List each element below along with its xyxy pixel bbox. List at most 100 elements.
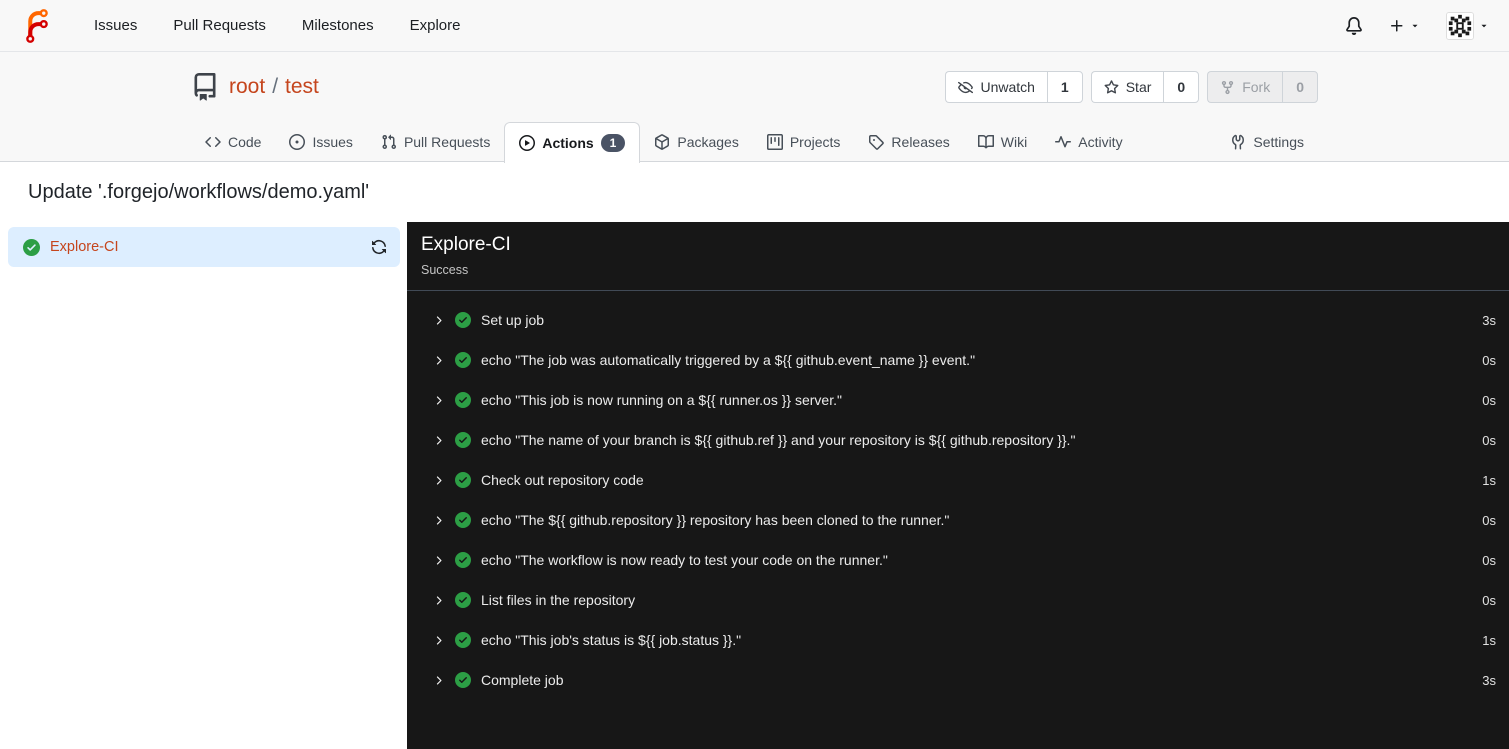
top-navbar: Issues Pull Requests Milestones Explore xyxy=(0,0,1509,52)
tab-settings[interactable]: Settings xyxy=(1216,122,1318,162)
step-name: Check out repository code xyxy=(481,472,644,488)
stars-count[interactable]: 0 xyxy=(1163,71,1200,103)
step-name: echo "This job is now running on a ${{ r… xyxy=(481,392,842,408)
forgejo-logo-icon[interactable] xyxy=(20,8,54,43)
tab-activity[interactable]: Activity xyxy=(1041,122,1136,162)
console-job-title: Explore-CI xyxy=(421,234,511,255)
step-name: echo "The job was automatically triggere… xyxy=(481,352,976,368)
package-icon xyxy=(655,134,670,150)
success-check-icon xyxy=(455,432,471,448)
nav-link-issues[interactable]: Issues xyxy=(80,17,151,34)
step-name: Set up job xyxy=(481,312,545,328)
star-icon xyxy=(1104,79,1119,94)
expand-chevron-icon[interactable] xyxy=(432,634,445,647)
nav-link-explore[interactable]: Explore xyxy=(396,17,475,34)
step-duration: 1s xyxy=(1482,632,1496,648)
step-row[interactable]: echo "The workflow is now ready to test … xyxy=(407,540,1509,580)
tab-label: Wiki xyxy=(1000,134,1028,150)
eye-slash-icon xyxy=(958,81,974,93)
step-row[interactable]: Set up job 3s xyxy=(407,300,1509,340)
run-commit-title: Update '.forgejo/workflows/demo.yaml' xyxy=(28,181,370,203)
job-name: Explore-CI xyxy=(50,239,119,255)
expand-chevron-icon[interactable] xyxy=(432,354,445,367)
code-icon xyxy=(205,137,221,147)
avatar xyxy=(1446,11,1474,40)
tab-releases[interactable]: Releases xyxy=(854,122,963,162)
repo-action-buttons: Unwatch 1 Star 0 Fork 0 xyxy=(945,71,1318,103)
step-name: echo "The workflow is now ready to test … xyxy=(481,552,888,568)
unwatch-button[interactable]: Unwatch xyxy=(945,71,1047,103)
tab-label: Settings xyxy=(1253,134,1304,150)
success-check-icon xyxy=(455,312,471,328)
step-list: Set up job 3s echo "The job was automati… xyxy=(407,291,1509,700)
chevron-down-icon xyxy=(1412,24,1418,27)
tab-projects[interactable]: Projects xyxy=(753,122,855,162)
step-row[interactable]: echo "The name of your branch is ${{ git… xyxy=(407,420,1509,460)
play-circle-icon xyxy=(519,135,536,151)
forks-count[interactable]: 0 xyxy=(1282,71,1318,103)
repo-header: root / test Unwatch 1 Star 0 Fork 0 xyxy=(0,52,1509,122)
bell-icon xyxy=(1346,16,1362,35)
tab-issues[interactable]: Issues xyxy=(275,122,366,162)
step-row[interactable]: Complete job 3s xyxy=(407,660,1509,700)
expand-chevron-icon[interactable] xyxy=(432,674,445,687)
tab-label: Actions xyxy=(542,135,594,151)
tab-label: Projects xyxy=(789,134,841,150)
watch-button-group: Unwatch 1 xyxy=(945,71,1083,103)
success-check-icon xyxy=(455,352,471,368)
success-check-icon xyxy=(455,392,471,408)
tab-pull-requests[interactable]: Pull Requests xyxy=(367,122,504,162)
tab-code[interactable]: Code xyxy=(191,122,275,162)
notifications-button[interactable] xyxy=(1345,16,1363,35)
step-duration: 3s xyxy=(1482,312,1496,328)
step-duration: 0s xyxy=(1482,552,1496,568)
success-check-icon xyxy=(455,472,471,488)
step-row[interactable]: Check out repository code 1s xyxy=(407,460,1509,500)
expand-chevron-icon[interactable] xyxy=(432,474,445,487)
step-name: echo "The ${{ github.repository }} repos… xyxy=(481,512,950,528)
expand-chevron-icon[interactable] xyxy=(432,594,445,607)
console-job-status: Success xyxy=(421,263,469,277)
step-row[interactable]: echo "This job's status is ${{ job.statu… xyxy=(407,620,1509,660)
nav-link-milestones[interactable]: Milestones xyxy=(288,17,388,34)
tab-label: Issues xyxy=(312,134,353,150)
step-duration: 3s xyxy=(1482,672,1496,688)
fork-button-group: Fork 0 xyxy=(1207,71,1318,103)
rerun-job-icon[interactable] xyxy=(371,239,387,255)
repo-owner-link[interactable]: root xyxy=(229,75,265,98)
tab-packages[interactable]: Packages xyxy=(640,122,752,162)
step-row[interactable]: List files in the repository 0s xyxy=(407,580,1509,620)
actions-run-page: Update '.forgejo/workflows/demo.yaml' Ex… xyxy=(0,162,1509,749)
navbar-right xyxy=(1345,11,1489,40)
fork-button[interactable]: Fork xyxy=(1207,71,1283,103)
success-check-icon xyxy=(455,552,471,568)
repo-name-link[interactable]: test xyxy=(285,75,319,98)
step-name: echo "This job's status is ${{ job.statu… xyxy=(481,632,742,648)
expand-chevron-icon[interactable] xyxy=(432,514,445,527)
step-row[interactable]: echo "The job was automatically triggere… xyxy=(407,340,1509,380)
nav-link-pull-requests[interactable]: Pull Requests xyxy=(159,17,280,34)
star-button-group: Star 0 xyxy=(1090,71,1200,103)
tab-label: Activity xyxy=(1078,134,1123,150)
star-label: Star xyxy=(1125,79,1152,95)
job-item-explore-ci[interactable]: Explore-CI xyxy=(8,227,400,267)
user-menu-button[interactable] xyxy=(1446,11,1489,40)
step-name: echo "The name of your branch is ${{ git… xyxy=(481,432,1076,448)
step-row[interactable]: echo "The ${{ github.repository }} repos… xyxy=(407,500,1509,540)
unwatch-label: Unwatch xyxy=(980,79,1035,95)
project-icon xyxy=(766,134,783,150)
success-check-icon xyxy=(455,512,471,528)
expand-chevron-icon[interactable] xyxy=(432,434,445,447)
job-log-console: Explore-CI Success Set up job 3s echo "T… xyxy=(407,222,1509,749)
expand-chevron-icon[interactable] xyxy=(432,314,445,327)
step-row[interactable]: echo "This job is now running on a ${{ r… xyxy=(407,380,1509,420)
success-check-icon xyxy=(455,632,471,648)
expand-chevron-icon[interactable] xyxy=(432,394,445,407)
star-button[interactable]: Star xyxy=(1090,71,1164,103)
expand-chevron-icon[interactable] xyxy=(432,554,445,567)
tab-actions[interactable]: Actions 1 xyxy=(504,122,641,163)
watchers-count[interactable]: 1 xyxy=(1046,71,1083,103)
step-duration: 1s xyxy=(1482,472,1496,488)
create-new-menu-button[interactable] xyxy=(1389,18,1420,34)
tab-wiki[interactable]: Wiki xyxy=(964,122,1041,162)
